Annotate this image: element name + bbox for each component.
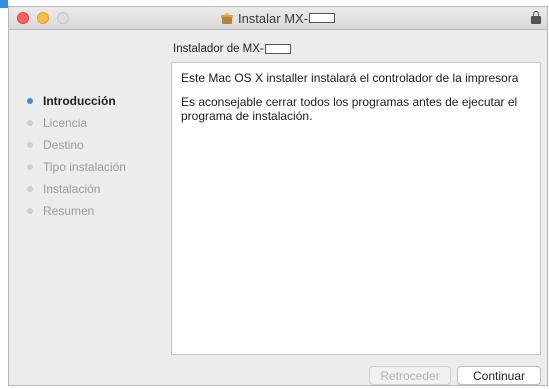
step-dot-icon [27,208,33,214]
corner-accent [0,0,8,8]
sidebar-step-licencia: Licencia [27,115,87,131]
sidebar-step-label: Tipo instalación [43,160,126,174]
window-title: Instalar MX- [9,7,547,29]
sidebar-step-label: Destino [43,138,84,152]
pane-heading-text: Instalador de MX- [173,43,264,55]
sidebar-step-destino: Destino [27,137,84,153]
step-dot-icon [27,164,33,170]
sidebar-step-tipo-instalacion: Tipo instalación [27,159,126,175]
content-text-area[interactable]: Este Mac OS X installer instalará el con… [171,62,541,355]
sidebar-step-introduccion: Introducción [27,93,116,109]
redacted-model-box [309,13,336,23]
redacted-model-box [264,44,291,54]
sidebar-step-resumen: Resumen [27,203,94,219]
sidebar-step-label: Resumen [43,204,95,218]
sidebar-step-label: Introducción [43,94,116,108]
title-bar: Instalar MX- [9,7,547,30]
step-dot-icon [27,120,33,126]
pane-heading: Instalador de MX- [173,43,291,55]
back-button[interactable]: Retroceder [369,366,451,385]
steps-sidebar: Introducción Licencia Destino Tipo insta… [9,29,167,385]
step-active-dot-icon [27,98,33,104]
lock-icon [531,11,541,24]
package-icon [220,12,233,24]
installer-window: Instalar MX- Introducción Licencia Desti… [8,6,548,386]
sidebar-step-label: Instalación [43,182,101,196]
continue-button[interactable]: Continuar [457,366,541,385]
sidebar-step-instalacion: Instalación [27,181,100,197]
step-dot-icon [27,186,33,192]
window-title-text: Instalar MX- [237,10,309,26]
advice-paragraph: Es aconsejable cerrar todos los programa… [181,95,518,123]
intro-paragraph: Este Mac OS X installer instalará el con… [181,71,519,85]
step-dot-icon [27,142,33,148]
sidebar-step-label: Licencia [43,116,88,130]
